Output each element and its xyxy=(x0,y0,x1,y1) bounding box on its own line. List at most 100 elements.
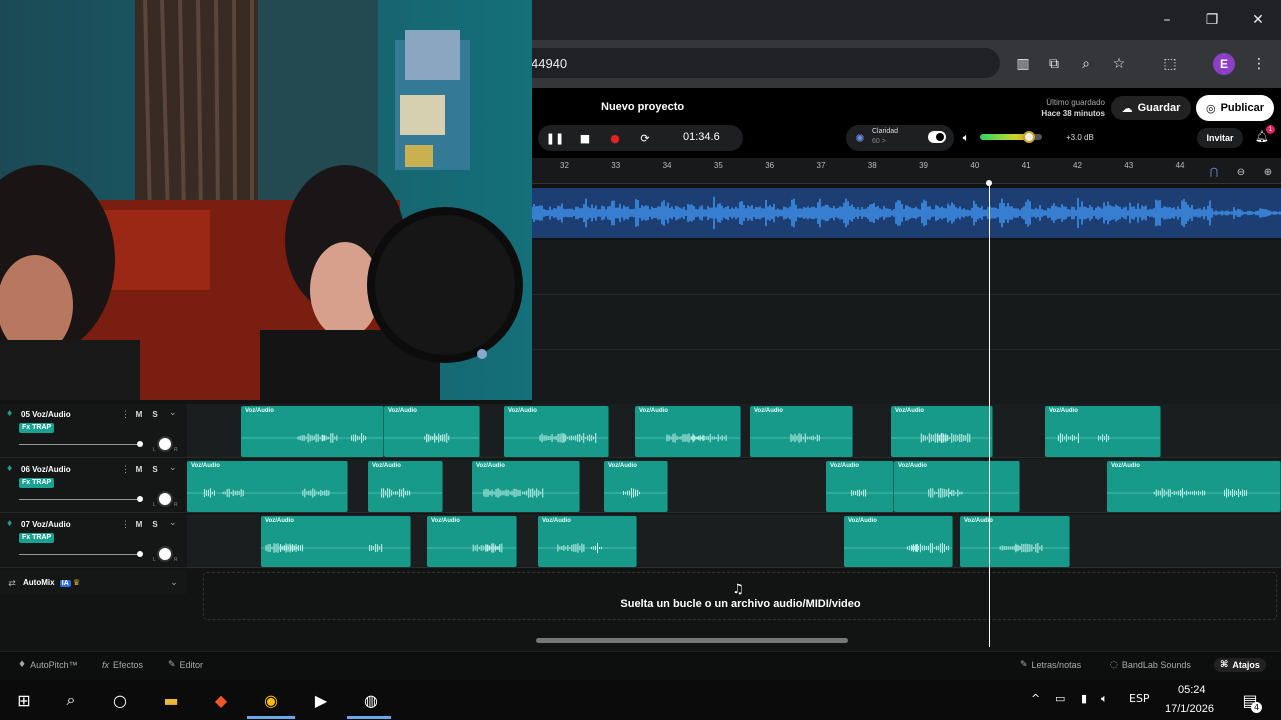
obs-recorder-icon[interactable]: ◍ xyxy=(357,686,385,714)
bookmark-star-icon[interactable]: ☆ xyxy=(1108,53,1130,75)
project-title[interactable]: Nuevo proyecto xyxy=(601,101,684,113)
pause-button[interactable]: ❚❚ xyxy=(546,130,564,146)
minimize-button[interactable]: – xyxy=(1155,8,1179,32)
audio-clip[interactable]: Voz/Audio xyxy=(635,406,741,457)
solo-button[interactable]: S xyxy=(148,409,162,420)
publish-button[interactable]: ◎ Publicar xyxy=(1196,95,1274,121)
timeline-ruler[interactable] xyxy=(532,158,1281,184)
track-options-icon[interactable]: ⋮ xyxy=(121,409,130,420)
master-volume-knob[interactable] xyxy=(1023,131,1035,143)
mute-button[interactable]: M xyxy=(132,519,146,530)
reading-mode-icon[interactable]: ▥ xyxy=(1012,53,1034,75)
task-view-icon[interactable]: ○ xyxy=(106,686,134,714)
clock-date[interactable]: 17/1/2026 xyxy=(1165,703,1214,715)
track-volume-slider[interactable] xyxy=(19,499,141,500)
pan-knob[interactable] xyxy=(157,491,173,507)
clarity-value[interactable]: 60 > xyxy=(872,138,886,145)
track-chevron-icon[interactable]: ⌄ xyxy=(169,463,177,473)
audio-clip[interactable]: Voz/Audio xyxy=(1045,406,1161,457)
volume-icon[interactable]: 🔈︎ xyxy=(1101,692,1108,706)
audio-clip[interactable]: Voz/Audio xyxy=(894,461,1020,512)
pan-knob[interactable] xyxy=(157,546,173,562)
audio-clip[interactable]: Voz/Audio xyxy=(1107,461,1281,512)
audio-clip[interactable]: Voz/Audio xyxy=(368,461,443,512)
track-lane-empty[interactable] xyxy=(532,295,1281,350)
audio-clip[interactable]: Voz/Audio xyxy=(504,406,609,457)
invite-button[interactable]: Invitar xyxy=(1197,128,1243,148)
track-name[interactable]: 06 Voz/Audio xyxy=(21,465,71,474)
audio-clip[interactable]: Voz/Audio xyxy=(826,461,894,512)
track-volume-slider[interactable] xyxy=(19,444,141,445)
network-icon[interactable]: ▭ xyxy=(1055,692,1065,705)
track-volume-thumb[interactable] xyxy=(137,441,143,447)
fx-preset-badge[interactable]: Fx TRAP xyxy=(19,478,55,488)
stop-button[interactable]: ■ xyxy=(577,130,593,146)
automix-label[interactable]: AutoMix IA ♛ xyxy=(23,578,80,587)
windows-start-icon[interactable]: ⊞ xyxy=(10,686,38,714)
clarity-toggle[interactable] xyxy=(928,131,946,143)
mute-button[interactable]: M xyxy=(132,464,146,475)
language-indicator[interactable]: ESP xyxy=(1129,692,1150,705)
track-volume-thumb[interactable] xyxy=(137,496,143,502)
fx-preset-badge[interactable]: Fx TRAP xyxy=(19,533,55,543)
audio-clip[interactable]: Voz/Audio xyxy=(844,516,953,567)
audio-clip[interactable]: Voz/Audio xyxy=(241,406,384,457)
media-player-icon[interactable]: ▶ xyxy=(307,686,335,714)
bandlab-sounds-button[interactable]: ◌ BandLab Sounds xyxy=(1110,658,1191,672)
solo-button[interactable]: S xyxy=(148,464,162,475)
horizontal-scrollbar[interactable] xyxy=(536,638,848,643)
audio-clip[interactable]: Voz/Audio xyxy=(538,516,637,567)
maximize-button[interactable]: ❐ xyxy=(1200,8,1224,32)
mute-button[interactable]: M xyxy=(132,409,146,420)
effects-button[interactable]: fx Efectos xyxy=(102,658,143,672)
shortcuts-button[interactable]: ⌘ Atajos xyxy=(1214,658,1266,672)
address-bar[interactable] xyxy=(520,48,1000,78)
audio-clip[interactable]: Voz/Audio xyxy=(427,516,517,567)
track-name[interactable]: 07 Voz/Audio xyxy=(21,520,71,529)
audio-clip[interactable]: Voz/Audio xyxy=(891,406,993,457)
zoom-out-icon[interactable]: ⊖ xyxy=(1232,164,1250,180)
track-name[interactable]: 05 Voz/Audio xyxy=(21,410,71,419)
track-chevron-icon[interactable]: ⌄ xyxy=(169,408,177,418)
playhead-handle[interactable] xyxy=(986,180,992,186)
brave-browser-icon[interactable]: ◆ xyxy=(207,686,235,714)
audio-clip[interactable]: Voz/Audio xyxy=(750,406,853,457)
url-text[interactable]: 44940 xyxy=(531,56,567,71)
clock-time[interactable]: 05:24 xyxy=(1178,684,1206,696)
playhead[interactable] xyxy=(989,183,990,647)
audio-region-blue[interactable] xyxy=(532,188,1281,238)
editor-button[interactable]: ✎ Editor xyxy=(168,658,203,672)
extensions-icon[interactable]: ⬚ xyxy=(1159,53,1181,75)
browser-menu-icon[interactable]: ⋮ xyxy=(1248,53,1270,75)
zoom-in-icon[interactable]: ⊕ xyxy=(1259,164,1277,180)
magnet-icon[interactable]: ⋂ xyxy=(1205,164,1223,180)
audio-clip[interactable]: Voz/Audio xyxy=(261,516,411,567)
solo-button[interactable]: S xyxy=(148,519,162,530)
track-chevron-icon[interactable]: ⌄ xyxy=(169,518,177,528)
close-button[interactable]: ✕ xyxy=(1246,8,1270,32)
save-button[interactable]: ☁ Guardar xyxy=(1111,96,1191,120)
audio-clip[interactable]: Voz/Audio xyxy=(604,461,668,512)
fx-preset-badge[interactable]: Fx TRAP xyxy=(19,423,55,433)
track-volume-thumb[interactable] xyxy=(137,551,143,557)
record-button[interactable]: ● xyxy=(607,130,623,146)
audio-clip[interactable]: Voz/Audio xyxy=(187,461,348,512)
speaker-icon[interactable]: 🔈︎ xyxy=(958,130,974,146)
pan-knob[interactable] xyxy=(157,436,173,452)
chrome-icon[interactable]: ◉ xyxy=(257,686,285,714)
file-explorer-icon[interactable]: ▬ xyxy=(157,686,185,714)
track-lane-empty[interactable] xyxy=(532,350,1281,405)
install-app-icon[interactable]: ⧉ xyxy=(1043,53,1065,75)
lyrics-button[interactable]: ✎ Letras/notas xyxy=(1020,658,1081,672)
track-options-icon[interactable]: ⋮ xyxy=(121,464,130,475)
loop-button[interactable]: ⟳ xyxy=(637,130,653,146)
audio-clip[interactable]: Voz/Audio xyxy=(472,461,580,512)
zoom-icon[interactable]: ⌕ xyxy=(1075,53,1097,75)
tray-chevron-icon[interactable]: ^ xyxy=(1031,692,1040,705)
track-options-icon[interactable]: ⋮ xyxy=(121,519,130,530)
search-icon[interactable]: ⌕ xyxy=(57,686,85,714)
track-lane-empty[interactable] xyxy=(532,240,1281,295)
automix-chevron-icon[interactable]: ⌄ xyxy=(166,575,182,591)
mic-icon[interactable]: ▮ xyxy=(1081,692,1087,705)
audio-clip[interactable]: Voz/Audio xyxy=(960,516,1070,567)
